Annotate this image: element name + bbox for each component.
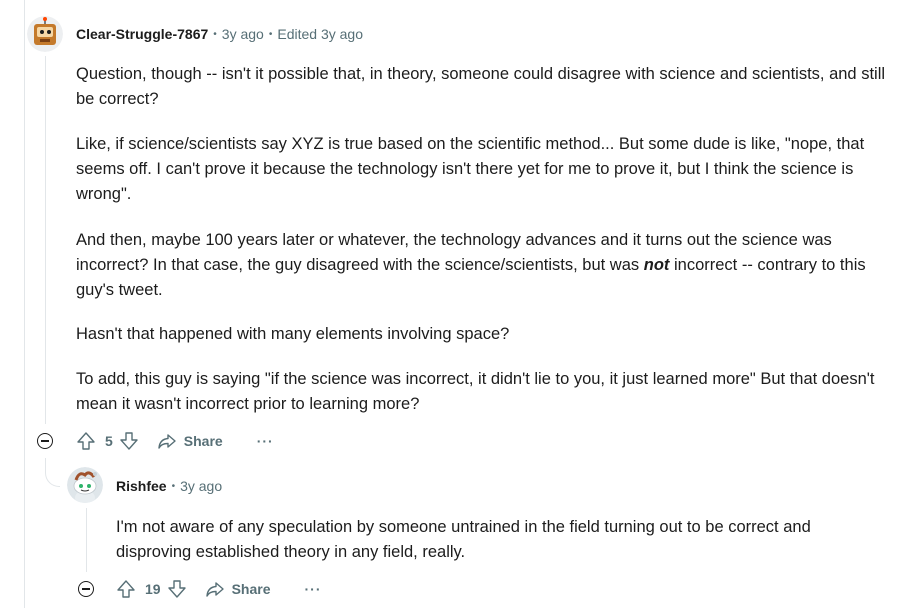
comment-1-author[interactable]: Clear-Struggle-7867: [76, 26, 208, 42]
comment-2-actions: 19 Share ···: [116, 578, 322, 600]
downvote-icon: [120, 432, 138, 450]
comment-1-meta: Clear-Struggle-7867 • 3y ago • Edited 3y…: [76, 26, 363, 42]
comment-2-vote-count: 19: [145, 581, 161, 597]
upvote-icon: [117, 580, 135, 598]
share-label: Share: [183, 433, 223, 449]
thread-line-comment-2: [86, 508, 87, 572]
downvote-button[interactable]: [119, 431, 139, 451]
more-options-button[interactable]: ···: [305, 581, 322, 597]
share-icon: [158, 434, 176, 449]
share-label: Share: [231, 581, 271, 597]
upvote-button[interactable]: [116, 579, 136, 599]
share-icon: [205, 582, 224, 597]
separator-dot: •: [268, 28, 273, 40]
comment-1-paragraph-3: And then, maybe 100 years later or whate…: [76, 228, 891, 303]
downvote-icon: [167, 580, 186, 598]
comment-1-actions: 5 Share ···: [76, 430, 274, 452]
upvote-icon: [77, 432, 95, 450]
comment-1-paragraph-1: Question, though -- isn't it possible th…: [76, 65, 886, 108]
comment-1-emphasis: not: [643, 256, 670, 274]
comment-1-vote-count: 5: [105, 433, 113, 449]
separator-dot: •: [171, 480, 176, 492]
comment-2-author[interactable]: Rishfee: [116, 478, 167, 494]
downvote-button[interactable]: [167, 579, 187, 599]
comment-1-paragraph-4: Hasn't that happened with many elements …: [76, 325, 510, 343]
comment-2-meta: Rishfee • 3y ago: [116, 478, 222, 494]
thread-line-root: [24, 0, 25, 608]
thread-line-comment-1: [45, 56, 46, 424]
comment-1-age: 3y ago: [221, 26, 264, 42]
separator-dot: •: [213, 28, 217, 40]
thread-curve-reply: [45, 458, 60, 487]
snoo-avatar-icon[interactable]: [67, 467, 103, 503]
upvote-button[interactable]: [76, 431, 96, 451]
share-button[interactable]: Share: [157, 431, 223, 451]
share-button[interactable]: Share: [205, 579, 271, 599]
more-options-button[interactable]: ···: [257, 433, 274, 449]
more-icon: ···: [304, 581, 322, 597]
collapse-icon[interactable]: [37, 433, 53, 449]
robot-avatar-icon[interactable]: [27, 16, 63, 52]
comment-2-paragraph-1: I'm not aware of any speculation by some…: [116, 518, 811, 561]
comment-1-paragraph-2: Like, if science/scientists say XYZ is t…: [76, 135, 865, 203]
collapse-icon[interactable]: [78, 581, 94, 597]
comment-1-edited: Edited 3y ago: [277, 26, 363, 42]
comment-1-paragraph-5: To add, this guy is saying "if the scien…: [76, 370, 875, 413]
more-icon: ···: [256, 433, 274, 449]
comment-2-age: 3y ago: [180, 478, 223, 494]
